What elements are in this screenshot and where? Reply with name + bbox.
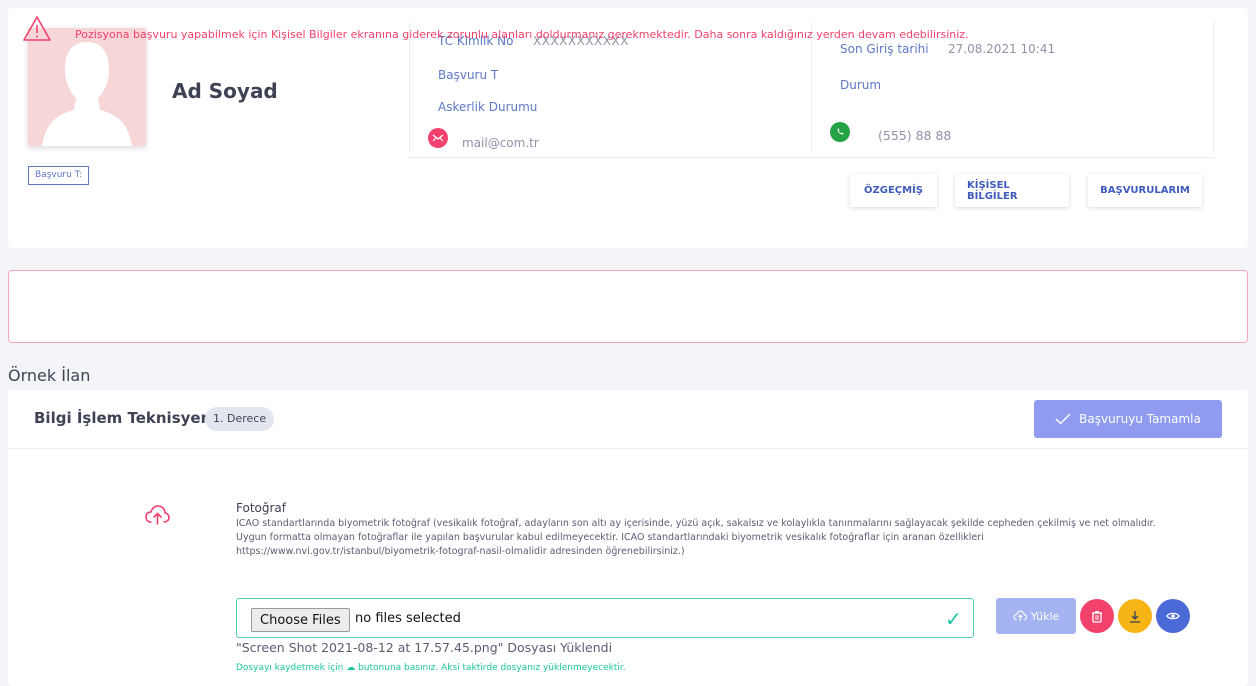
uploaded-file-text: "Screen Shot 2021-08-12 at 17.57.45.png"… <box>236 640 613 655</box>
warning-icon <box>22 14 52 44</box>
preview-button[interactable] <box>1156 599 1190 633</box>
last-login-label: Son Giriş tarihi <box>840 42 929 56</box>
save-hint-text: Dosyayı kaydetmek için ☁ butonuna basını… <box>236 663 626 673</box>
eye-icon <box>1166 612 1180 620</box>
delete-button[interactable] <box>1080 599 1114 633</box>
askerlik-label: Askerlik Durumu <box>438 100 538 114</box>
photo-description: ICAO standartlarında biyometrik fotoğraf… <box>236 518 1156 557</box>
warning-alert <box>8 270 1248 343</box>
divider <box>1213 22 1214 152</box>
complete-application-label: Başvuruyu Tamamla <box>1079 412 1201 426</box>
profile-photo <box>28 28 146 146</box>
email-value[interactable]: mail@com.tr <box>462 136 539 150</box>
upload-button[interactable]: Yükle <box>996 598 1076 634</box>
tab-basvurularim[interactable]: BAŞVURULARIM <box>1088 174 1202 207</box>
complete-application-button[interactable]: Başvuruyu Tamamla <box>1034 400 1222 438</box>
tab-kisisel-bilgiler[interactable]: KİŞİSEL BİLGİLER <box>955 174 1069 207</box>
phone-value: (555) 88 88 <box>878 128 952 143</box>
upload-button-label: Yükle <box>1030 609 1060 623</box>
alert-text: Pozisyona başvuru yapabilmek için Kişise… <box>75 28 969 41</box>
cloud-upload-icon <box>1013 610 1027 621</box>
check-icon <box>1055 413 1071 425</box>
photo-label: Fotoğraf <box>236 501 286 515</box>
divider <box>409 22 410 152</box>
divider <box>811 22 812 152</box>
profile-name: Ad Soyad <box>172 79 278 103</box>
listing-title: Bilgi İşlem Teknisyen <box>34 409 212 427</box>
valid-check-icon: ✓ <box>945 607 962 631</box>
basvuru-label: Başvuru T <box>438 68 499 82</box>
download-icon <box>1130 610 1140 623</box>
last-login-value: 27.08.2021 10:41 <box>948 42 1056 56</box>
choose-files-button[interactable]: Choose Files <box>251 608 350 632</box>
trash-icon <box>1092 610 1102 623</box>
mail-icon <box>428 128 448 148</box>
divider <box>409 157 1214 158</box>
no-files-text: no files selected <box>355 611 461 626</box>
avatar-silhouette-icon <box>28 28 146 146</box>
whatsapp-icon <box>830 122 850 142</box>
basvuru-tag: Başvuru T: <box>28 166 90 185</box>
download-button[interactable] <box>1118 599 1152 633</box>
durum-label: Durum <box>840 78 882 92</box>
cloud-upload-icon <box>144 504 170 526</box>
tab-ozgecmis[interactable]: ÖZGEÇMİŞ <box>850 174 937 207</box>
divider <box>8 448 1248 449</box>
section-title: Örnek İlan <box>8 366 91 385</box>
degree-badge: 1. Derece <box>205 407 275 431</box>
